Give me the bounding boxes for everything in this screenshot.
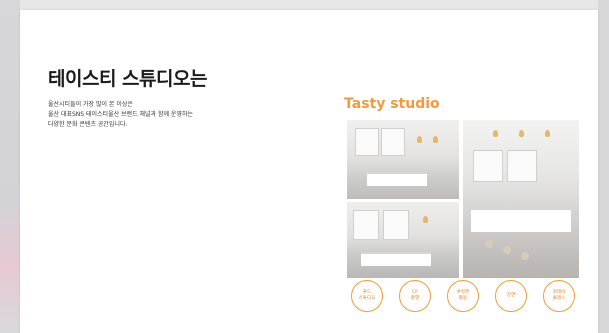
page-title: 테이스티 스튜디오는 — [48, 68, 207, 90]
feature-food-studio: 푸드 스튜디오 — [351, 280, 383, 312]
brand-heading: Tasty studio — [344, 96, 440, 112]
slide-card: 테이스티 스튜디오는 울산시티들이 가장 많이 본 이상은 울산 대표SNS 테… — [20, 10, 598, 333]
description-line-2: 울산 대표SNS 테이스티울산 브랜드 채널과 함께 운영하는 — [48, 111, 193, 118]
feature-cooking-zone: 쿠킹존 활동 — [447, 280, 479, 312]
feature-list: 푸드 스튜디오 CF 촬영 쿠킹존 활동 강연 원데이 클래스 — [351, 280, 581, 318]
description-line-1: 울산시티들이 가장 많이 본 이상은 — [48, 101, 133, 108]
feature-lecture: 강연 — [495, 280, 527, 312]
left-edge — [0, 0, 20, 333]
studio-photo-2 — [347, 202, 459, 278]
description-line-3: 다양한 문화 콘텐츠 공간입니다. — [48, 121, 128, 128]
feature-oneday-class: 원데이 클래스 — [543, 280, 575, 312]
studio-photo-3 — [463, 120, 579, 278]
right-edge — [598, 0, 609, 333]
description-text: 울산시티들이 가장 많이 본 이상은 울산 대표SNS 테이스티울산 브랜드 채… — [48, 100, 308, 130]
feature-cf-shooting: CF 촬영 — [399, 280, 431, 312]
studio-photo-1 — [347, 120, 459, 199]
studio-photo-collage — [347, 120, 579, 278]
